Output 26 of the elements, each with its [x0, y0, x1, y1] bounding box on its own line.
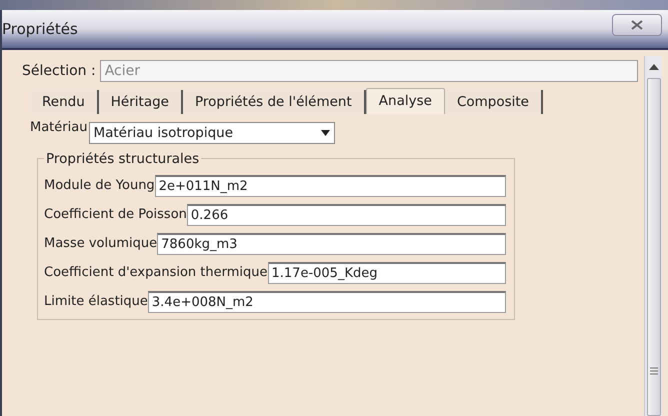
scroll-up-icon: [648, 64, 658, 70]
scrollbar[interactable]: [644, 56, 662, 416]
tab[interactable]: Héritage: [98, 90, 183, 114]
window-title: Propriétés: [2, 18, 78, 40]
field-label: Coefficient de Poisson: [44, 206, 187, 224]
scroll-thumb[interactable]: [646, 78, 660, 416]
grip-icon: [650, 367, 658, 375]
tab[interactable]: Composite: [444, 90, 543, 114]
close-button[interactable]: [612, 14, 662, 36]
material-dropdown[interactable]: Matériau isotropique: [89, 122, 336, 144]
material-label: Matériau: [30, 119, 88, 137]
input-field[interactable]: 7860kg_m3: [157, 233, 506, 255]
tab[interactable]: Propriétés de l'élément: [182, 90, 366, 114]
input-field[interactable]: 2e+011N_m2: [154, 175, 506, 197]
tab[interactable]: Analyse: [366, 88, 445, 114]
selection-label: Sélection :: [22, 62, 96, 80]
tab[interactable]: Rendu: [30, 90, 99, 114]
field-label: Masse volumique: [44, 235, 158, 254]
field-label: Coefficient d'expansion thermique: [44, 264, 268, 282]
input-field[interactable]: 1.17e-005_Kdeg: [268, 262, 506, 284]
input-field[interactable]: 3.4e+008N_m2: [148, 291, 506, 313]
input-field[interactable]: 0.266: [186, 204, 506, 226]
field-label: Module de Young: [44, 177, 155, 196]
caret-icon: [321, 130, 330, 136]
field-label: Limite élastique: [44, 293, 148, 312]
close-icon: [631, 20, 643, 30]
